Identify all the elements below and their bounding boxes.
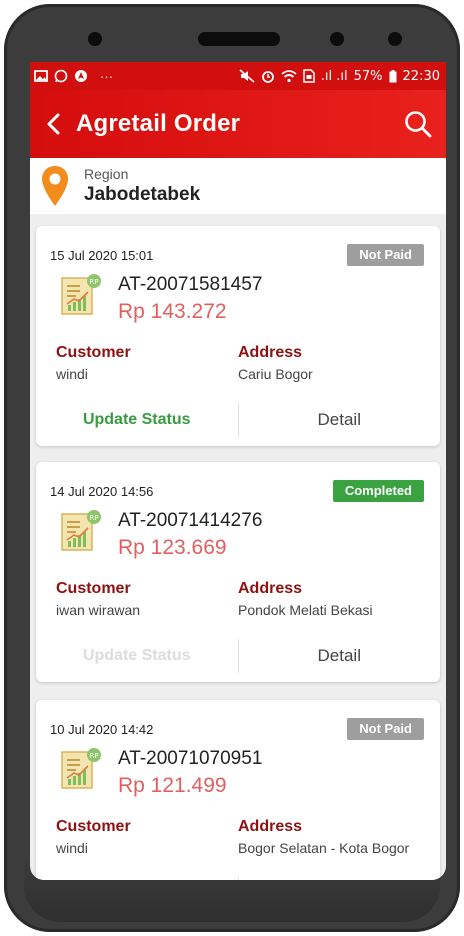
customer-label: Customer [56,344,131,361]
order-id: AT-20071070951 [118,748,263,769]
customer-address: Bogor Selatan - Kota Bogor [238,840,410,856]
order-id: AT-20071414276 [118,510,263,531]
page-title: Agretail Order [76,110,241,137]
signal-strength-icon: .ıl .ıl [320,68,348,84]
order-date: 10 Jul 2020 14:42 [50,722,154,737]
card-actions: Update Status Detail [36,872,440,880]
app-bar: Agretail Order [30,90,446,158]
update-status-button-disabled: Update Status [82,647,191,664]
customer-address: Pondok Melati Bekasi [238,602,373,618]
search-icon [405,111,432,138]
whatsapp-icon [54,69,68,83]
update-status-button[interactable]: Update Status [36,872,238,880]
customer-name: windi [56,366,88,382]
more-notifications-icon: ··· [100,68,113,84]
customer-label: Customer [56,580,131,597]
address-label: Address [238,344,303,361]
alarm-icon [261,71,274,83]
region-label: Region [84,166,129,182]
address-label: Address [238,580,303,597]
customer-address: Cariu Bogor [238,366,313,382]
battery-percent: 57% [353,68,383,84]
mute-icon [239,69,255,83]
customer-name: iwan wirawan [56,602,141,618]
sensor-dot-2 [388,32,402,46]
chevron-left-icon [47,113,60,135]
update-status-button[interactable]: Update Status [36,398,238,442]
order-amount: Rp 121.499 [118,774,227,797]
location-pin-icon [42,166,68,206]
invoice-chart-icon: RP [61,274,101,315]
order-date: 15 Jul 2020 15:01 [50,248,154,263]
phone-screen: ··· .ıl .ıl 57% 22:30 Agretail Order Reg… [30,62,446,880]
card-actions: Update Status Detail [36,634,440,678]
order-id: AT-20071581457 [118,274,263,295]
order-amount: Rp 123.669 [118,536,227,559]
order-card: 10 Jul 2020 14:42 Not Paid RP AT-2007107… [36,700,440,880]
status-badge: Not Paid [347,718,424,740]
navigation-icon [75,70,87,82]
order-card: 15 Jul 2020 15:01 Not Paid RP AT-2007158… [36,226,440,446]
clock: 22:30 [402,68,440,84]
address-label: Address [238,818,303,835]
region-value: Jabodetabek [84,184,201,205]
status-bar: ··· .ıl .ıl 57% 22:30 [30,62,446,90]
sim-icon [303,69,315,83]
svg-text:RP: RP [89,278,98,286]
order-date: 14 Jul 2020 14:56 [50,484,154,499]
region-selector[interactable]: Region Jabodetabek [30,158,446,214]
detail-button[interactable]: Detail [239,398,441,442]
customer-label: Customer [56,818,131,835]
search-button[interactable] [402,108,434,140]
customer-name: windi [56,840,88,856]
wifi-icon [281,70,297,83]
svg-text:RP: RP [89,752,98,760]
detail-button[interactable]: Detail [239,634,441,678]
image-icon [34,70,48,82]
invoice-chart-icon: RP [61,510,101,551]
front-camera [88,32,102,46]
detail-button[interactable]: Detail [239,872,441,880]
order-amount: Rp 143.272 [118,300,227,323]
sensor-dot [330,32,344,46]
status-badge: Not Paid [347,244,424,266]
invoice-chart-icon: RP [61,748,101,789]
order-card: 14 Jul 2020 14:56 Completed RP AT-200714… [36,462,440,682]
earpiece-speaker [198,32,280,46]
svg-text:RP: RP [89,514,98,522]
card-actions: Update Status Detail [36,398,440,442]
back-button[interactable] [34,90,74,158]
status-badge: Completed [332,480,424,502]
battery-icon [389,69,397,82]
